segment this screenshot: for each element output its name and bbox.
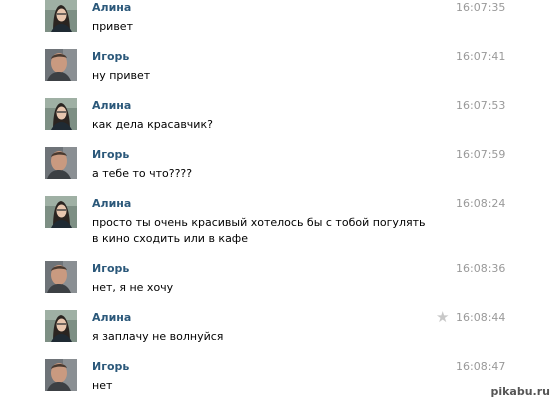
avatar[interactable]	[45, 359, 77, 391]
avatar[interactable]	[45, 310, 77, 342]
message-author[interactable]: Алина	[92, 99, 131, 112]
message-text: я заплачу не волнуйся	[92, 330, 224, 343]
message-text: нет, я не хочу	[92, 281, 174, 294]
message-time: 16:07:41	[456, 50, 506, 63]
message-time: 16:08:47	[456, 360, 506, 373]
message-text: нет	[92, 379, 113, 392]
message-time: 16:08:24	[456, 197, 506, 210]
message-time: 16:07:53	[456, 99, 506, 112]
message-author[interactable]: Игорь	[92, 360, 129, 373]
message-text: ну привет	[92, 69, 151, 82]
message-author[interactable]: Алина	[92, 311, 131, 324]
avatar[interactable]	[45, 261, 77, 293]
avatar[interactable]	[45, 147, 77, 179]
message-text: просто ты очень красивый хотелось бы с т…	[92, 216, 426, 245]
message-author[interactable]: Игорь	[92, 148, 129, 161]
message-time: 16:07:59	[456, 148, 506, 161]
message-text: а тебе то что????	[92, 167, 193, 180]
star-icon[interactable]: ★	[436, 309, 449, 325]
avatar[interactable]	[45, 98, 77, 130]
chat-history: Алина 16:07:35 привет Игорь 16:07:41 ну …	[0, 0, 552, 400]
message-time: 16:07:35	[456, 1, 506, 14]
avatar[interactable]	[45, 49, 77, 81]
avatar[interactable]	[45, 0, 77, 32]
message-author[interactable]: Игорь	[92, 262, 129, 275]
message-author[interactable]: Алина	[92, 1, 131, 14]
message-author[interactable]: Алина	[92, 197, 131, 210]
message-text: привет	[92, 20, 133, 33]
avatar[interactable]	[45, 196, 77, 228]
message-author[interactable]: Игорь	[92, 50, 129, 63]
message-text: как дела красавчик?	[92, 118, 213, 131]
watermark: pikabu.ru	[490, 385, 550, 398]
message-time: 16:08:36	[456, 262, 506, 275]
message-time: 16:08:44	[456, 311, 506, 324]
